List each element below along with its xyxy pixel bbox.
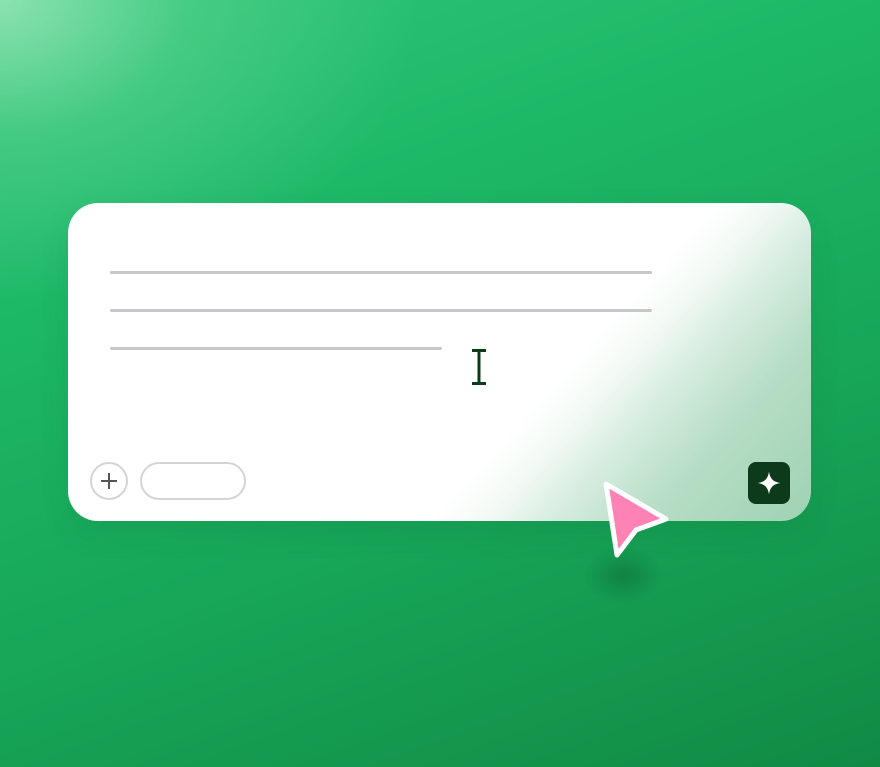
- text-cursor-icon: [472, 349, 486, 385]
- sparkle-icon: [757, 471, 781, 495]
- text-line: [110, 309, 652, 312]
- generate-button[interactable]: [748, 462, 790, 504]
- background-canvas: [0, 0, 880, 767]
- text-line: [110, 271, 652, 274]
- prompt-composer[interactable]: [68, 203, 811, 521]
- plus-icon: [101, 473, 117, 489]
- text-line: [110, 347, 442, 350]
- pointer-arrow-icon: [603, 481, 669, 558]
- add-button[interactable]: [90, 462, 128, 500]
- text-content-placeholder: [110, 271, 670, 361]
- option-pill-button[interactable]: [140, 462, 246, 500]
